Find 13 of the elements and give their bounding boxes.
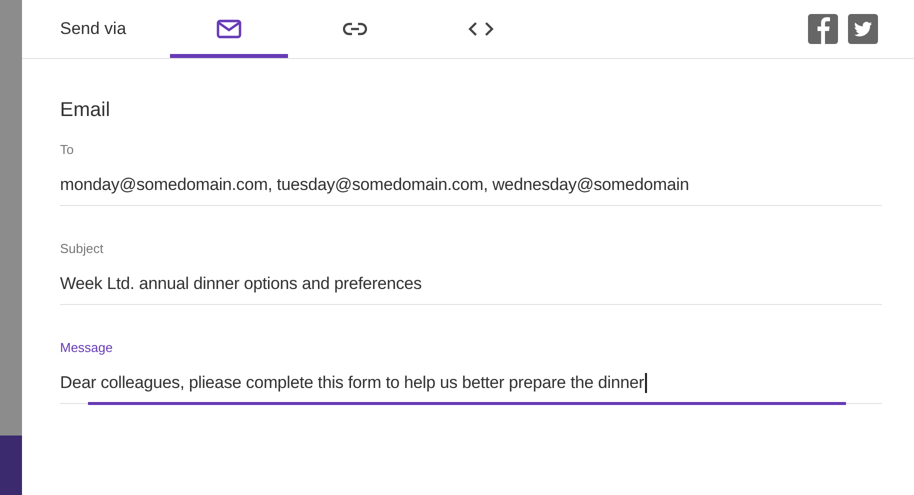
section-title: Email [60,99,112,122]
field-label: Subject [60,241,104,256]
field-label: To [60,142,75,157]
bird-icon[interactable] [848,14,878,44]
code-icon [468,21,494,37]
facebook-icon[interactable] [808,14,838,44]
envelope-icon [216,19,242,39]
link-icon [343,22,367,36]
input-field[interactable]: Week Ltd. annual dinner options and preferences [60,274,882,304]
send-via-label: Send via [60,19,128,39]
input-field[interactable]: monday@somedomain.com, tuesday@somedomain.com, wednesday@somedomain [60,175,882,205]
field-label: Message [60,340,114,355]
input-field[interactable]: Dear colleagues, pliease complete this form to help us better prepare the dinner [60,373,882,403]
